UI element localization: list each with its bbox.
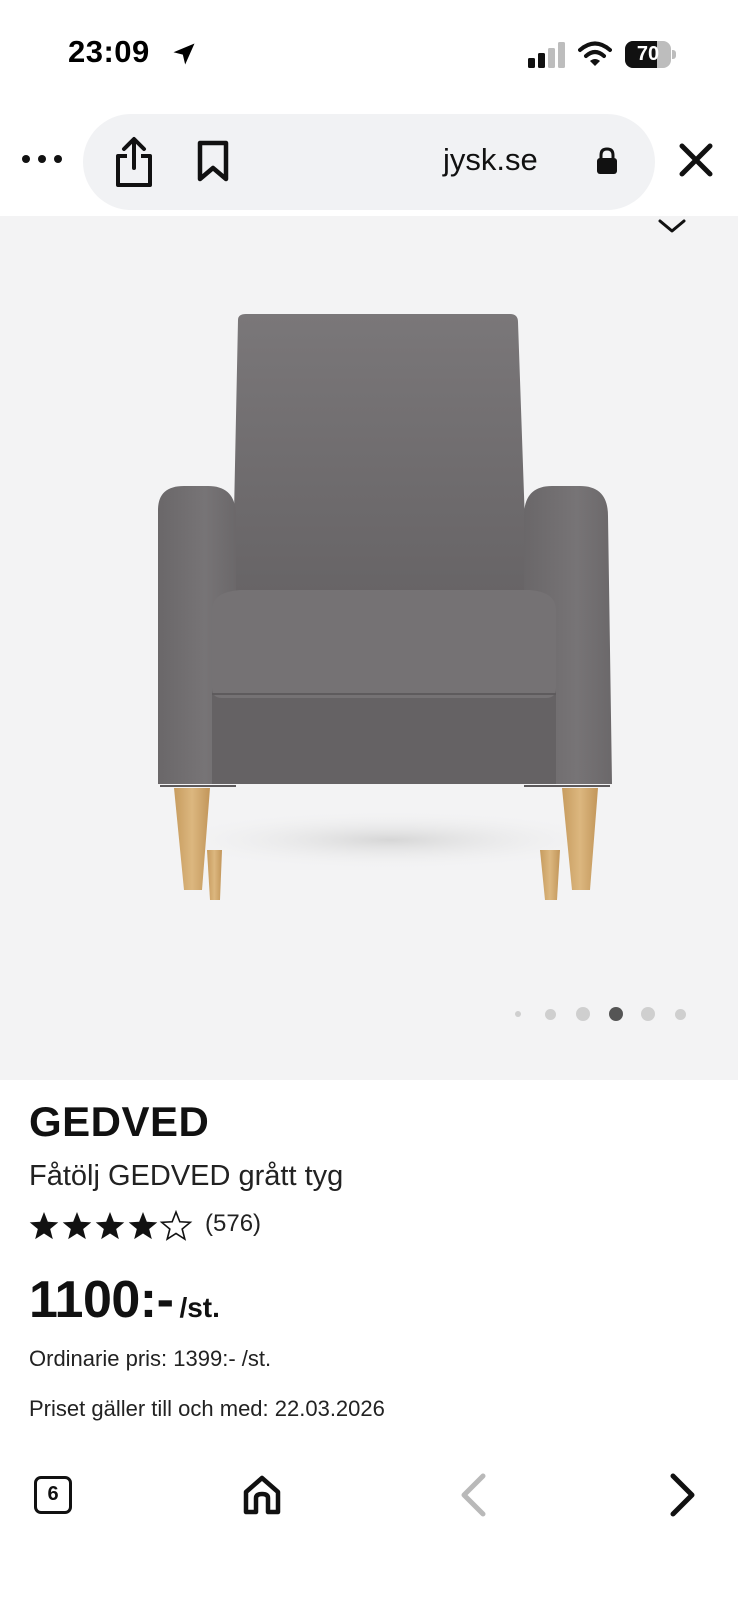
product-image[interactable]	[150, 310, 630, 930]
share-icon[interactable]	[113, 136, 155, 188]
price-unit: /st.	[179, 1292, 220, 1323]
star-filled-icon	[62, 1212, 92, 1240]
product-title: Fåtölj GEDVED grått tyg	[29, 1160, 344, 1192]
wifi-icon	[578, 41, 612, 66]
location-arrow-icon	[173, 43, 195, 65]
chevron-down-icon[interactable]	[658, 218, 686, 234]
product-rating[interactable]: (576)	[29, 1210, 429, 1250]
status-bar: 23:09 70	[0, 0, 738, 100]
battery-level: 70	[636, 43, 660, 65]
product-price: 1100:-	[29, 1271, 174, 1329]
browser-bottom-bar: 6	[0, 1450, 738, 1600]
home-icon[interactable]	[242, 1474, 282, 1516]
battery-icon: 70	[625, 41, 676, 68]
back-arrow-icon[interactable]	[458, 1472, 488, 1518]
pagination-dot[interactable]	[675, 1008, 686, 1020]
star-filled-icon	[29, 1212, 59, 1240]
pagination-dot[interactable]	[545, 1008, 556, 1020]
clock: 23:09	[68, 34, 150, 69]
price-row: 1100:-/st.	[29, 1270, 220, 1330]
forward-arrow-icon[interactable]	[668, 1472, 698, 1518]
star-filled-icon	[95, 1212, 125, 1240]
more-button[interactable]	[22, 144, 62, 174]
pagination-dot-active[interactable]	[608, 1007, 623, 1021]
more-icon-dot	[54, 155, 62, 163]
more-icon	[22, 155, 30, 163]
product-brand: GEDVED	[29, 1098, 210, 1145]
star-filled-icon	[128, 1212, 158, 1240]
rating-stars	[29, 1210, 193, 1241]
close-icon[interactable]	[678, 142, 714, 178]
tabs-icon[interactable]: 6	[34, 1476, 72, 1514]
gallery-pagination[interactable]	[510, 1004, 690, 1024]
bookmark-icon[interactable]	[195, 140, 231, 182]
address-bar[interactable]: jysk.se	[83, 114, 655, 210]
signal-icon	[528, 42, 565, 68]
price-valid-date: Priset gäller till och med: 22.03.2026	[29, 1396, 385, 1421]
product-gallery[interactable]	[0, 216, 738, 1080]
ordinary-price: Ordinarie pris: 1399:- /st.	[29, 1346, 272, 1371]
more-icon-dot	[38, 155, 46, 163]
browser-toolbar: jysk.se	[0, 112, 738, 210]
pagination-dot[interactable]	[641, 1007, 655, 1021]
star-empty-icon	[159, 1210, 193, 1241]
url-domain[interactable]: jysk.se	[443, 142, 538, 178]
pagination-dot[interactable]	[576, 1007, 590, 1021]
review-count[interactable]: (576)	[205, 1210, 261, 1238]
lock-icon	[597, 147, 617, 174]
pagination-dot[interactable]	[515, 1011, 521, 1017]
